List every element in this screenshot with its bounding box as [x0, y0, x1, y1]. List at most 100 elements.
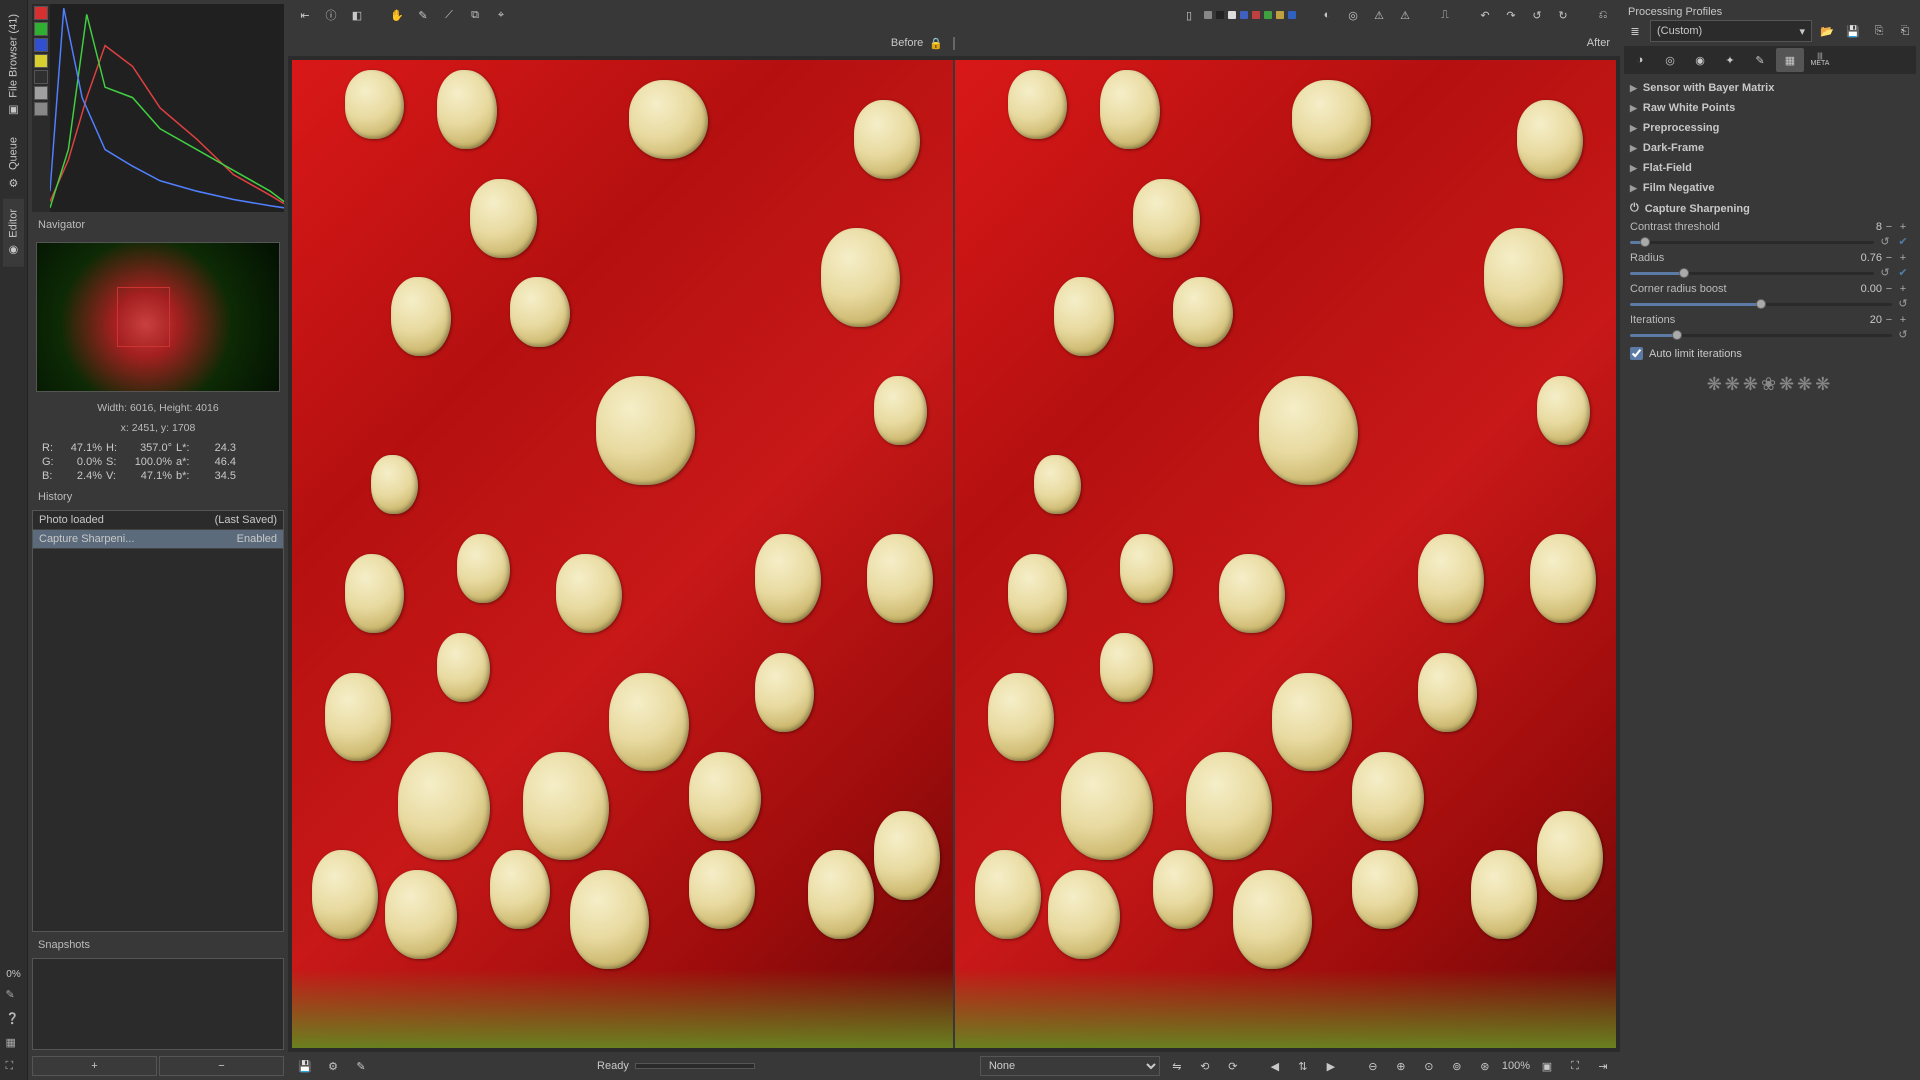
slider-iter[interactable] — [1630, 329, 1892, 341]
decrement-icon[interactable]: − — [1882, 252, 1896, 264]
section-raw-white-points[interactable]: ▶Raw White Points — [1624, 98, 1916, 118]
gamut-icon[interactable]: ◐ — [1316, 4, 1338, 26]
decrement-icon[interactable]: − — [1882, 283, 1896, 295]
shadow-clip-icon[interactable]: ⚠ — [1368, 4, 1390, 26]
histogram-toggle-0[interactable] — [34, 6, 48, 20]
external-editor-icon[interactable]: ✎ — [6, 988, 22, 1004]
profile-select[interactable]: (Custom) ▾ — [1650, 20, 1812, 42]
reset-icon[interactable]: ↺ — [1896, 328, 1910, 341]
slider-contrast[interactable] — [1630, 236, 1874, 248]
sync-icon[interactable]: ⎌ — [1592, 4, 1614, 26]
check-icon[interactable]: ✔ — [1896, 235, 1910, 248]
history-list[interactable]: Photo loaded(Last Saved)Capture Sharpeni… — [32, 510, 284, 932]
auto-limit-checkbox[interactable]: Auto limit iterations — [1624, 343, 1916, 364]
profile-load-icon[interactable]: 📂 — [1816, 20, 1838, 42]
increment-icon[interactable]: + — [1896, 221, 1910, 233]
preview-bg-dot-6[interactable] — [1276, 11, 1284, 19]
section-film-negative[interactable]: ▶Film Negative — [1624, 178, 1916, 198]
zoom-fit-icon[interactable]: ⊙ — [1418, 1055, 1440, 1077]
softproof-icon[interactable]: ◎ — [1342, 4, 1364, 26]
nav-sync-icon[interactable]: ⇅ — [1292, 1055, 1314, 1077]
history-row[interactable]: Capture Sharpeni...Enabled — [33, 530, 283, 549]
preferences-icon[interactable]: ▦ — [6, 1036, 22, 1052]
queue-add-icon[interactable]: ⚙ — [322, 1055, 344, 1077]
tab-editor[interactable]: ◉ Editor — [3, 199, 24, 267]
image-before[interactable] — [292, 60, 955, 1048]
crop-tool-icon[interactable]: ⧉ — [464, 4, 486, 26]
rotate-indicator-icon[interactable]: ⎍ — [1434, 4, 1456, 26]
preview-bg-dot-2[interactable] — [1228, 11, 1236, 19]
profile-paste-icon[interactable]: ⎗ — [1894, 20, 1916, 42]
flip-h-icon[interactable]: ⇋ — [1166, 1055, 1188, 1077]
profile-save-icon[interactable]: 💾 — [1842, 20, 1864, 42]
section-preprocessing[interactable]: ▶Preprocessing — [1624, 118, 1916, 138]
preview-bg-dot-1[interactable] — [1216, 11, 1224, 19]
slider-radius[interactable] — [1630, 267, 1874, 279]
tab-detail-icon[interactable]: ◎ — [1656, 48, 1684, 72]
section-dark-frame[interactable]: ▶Dark-Frame — [1624, 138, 1916, 158]
increment-icon[interactable]: + — [1896, 314, 1910, 326]
histogram-toggle-5[interactable] — [34, 86, 48, 100]
preview-bg-dot-5[interactable] — [1264, 11, 1272, 19]
snapshots-list[interactable] — [32, 958, 284, 1050]
straighten-tool-icon[interactable]: ⟋ — [438, 4, 460, 26]
histogram-toggle-6[interactable] — [34, 102, 48, 116]
power-icon[interactable]: ⏻ — [1630, 202, 1639, 215]
navigator-thumbnail[interactable] — [36, 242, 280, 392]
rotate-right-90-icon[interactable]: ↷ — [1500, 4, 1522, 26]
zoom-in-icon[interactable]: ⊕ — [1390, 1055, 1412, 1077]
increment-icon[interactable]: + — [1896, 252, 1910, 264]
rotate-cw-icon[interactable]: ⟳ — [1222, 1055, 1244, 1077]
reset-icon[interactable]: ↺ — [1878, 235, 1892, 248]
section-flat-field[interactable]: ▶Flat-Field — [1624, 158, 1916, 178]
highlight-clip-icon[interactable]: ⚠ — [1394, 4, 1416, 26]
tab-color-icon[interactable]: ◉ — [1686, 48, 1714, 72]
fullscreen-icon[interactable]: ⛶ — [6, 1060, 22, 1076]
rotate-left-90-icon[interactable]: ↶ — [1474, 4, 1496, 26]
tab-advanced-icon[interactable]: ✦ — [1716, 48, 1744, 72]
help-icon[interactable]: ❔ — [6, 1012, 22, 1028]
image-after[interactable] — [955, 60, 1616, 1048]
lock-icon[interactable]: 🔒 — [929, 37, 943, 50]
tab-queue[interactable]: ⚙ Queue — [3, 127, 24, 199]
fullscreen-preview-icon[interactable]: ⛶ — [1564, 1055, 1586, 1077]
decrement-icon[interactable]: − — [1882, 221, 1896, 233]
histogram-toggle-1[interactable] — [34, 22, 48, 36]
toggle-right-panel-icon[interactable]: ⇥ — [1592, 1055, 1614, 1077]
section-sensor-with-bayer-matrix[interactable]: ▶Sensor with Bayer Matrix — [1624, 78, 1916, 98]
histogram-toggle-4[interactable] — [34, 70, 48, 84]
tab-raw-icon[interactable]: ▦ — [1776, 48, 1804, 72]
slider-corner[interactable] — [1630, 298, 1892, 310]
image-compare-area[interactable] — [288, 56, 1620, 1052]
preview-bg-dot-0[interactable] — [1204, 11, 1212, 19]
snapshot-add-button[interactable]: + — [32, 1056, 157, 1076]
detail-window-icon[interactable]: ▣ — [1536, 1055, 1558, 1077]
preview-bg-dot-7[interactable] — [1288, 11, 1296, 19]
reset-icon[interactable]: ↺ — [1896, 297, 1910, 310]
navigator-viewport-rect[interactable] — [117, 287, 170, 346]
reset-icon[interactable]: ↺ — [1878, 266, 1892, 279]
histogram-toggle-3[interactable] — [34, 54, 48, 68]
background-select[interactable]: None — [980, 1056, 1160, 1076]
tab-exposure-icon[interactable]: ◑ — [1626, 48, 1654, 72]
send-to-editor-icon[interactable]: ✎ — [350, 1055, 372, 1077]
tab-file-browser[interactable]: ▣ File Browser (41) — [3, 4, 24, 127]
picker-tool-icon[interactable]: ✎ — [412, 4, 434, 26]
zoom-crop-icon[interactable]: ⊛ — [1474, 1055, 1496, 1077]
redo-icon[interactable]: ↻ — [1552, 4, 1574, 26]
zoom-100-icon[interactable]: ⊚ — [1446, 1055, 1468, 1077]
save-icon[interactable]: 💾 — [294, 1055, 316, 1077]
profile-copy-icon[interactable]: ⎘ — [1868, 20, 1890, 42]
decrement-icon[interactable]: − — [1882, 314, 1896, 326]
info-icon[interactable]: ⓘ — [320, 4, 342, 26]
profile-mode-icon[interactable]: ≣ — [1624, 20, 1646, 42]
toggle-left-panel-icon[interactable]: ⇤ — [294, 4, 316, 26]
histogram-toggle-2[interactable] — [34, 38, 48, 52]
preview-bg-dot-3[interactable] — [1240, 11, 1248, 19]
preview-bg-dot-4[interactable] — [1252, 11, 1260, 19]
tab-meta-icon[interactable]: |||META — [1806, 48, 1834, 72]
history-row[interactable]: Photo loaded(Last Saved) — [33, 511, 283, 530]
tab-local-icon[interactable]: ✎ — [1746, 48, 1774, 72]
hand-tool-icon[interactable]: ✋ — [386, 4, 408, 26]
rotate-ccw-icon[interactable]: ⟲ — [1194, 1055, 1216, 1077]
